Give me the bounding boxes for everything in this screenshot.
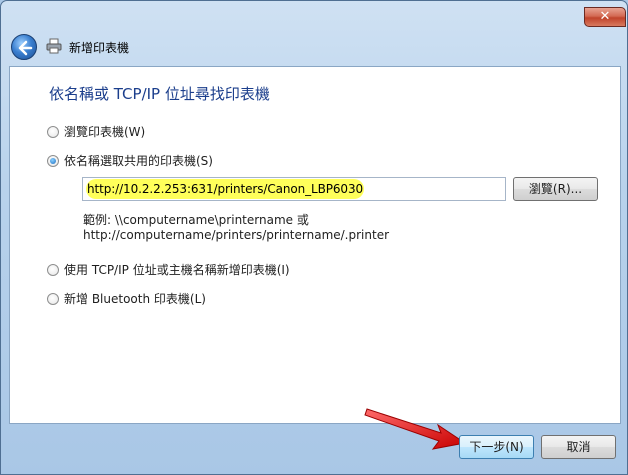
option-browse-printers[interactable]: 瀏覽印表機(W)	[47, 123, 145, 140]
radio-shared[interactable]	[47, 154, 59, 167]
radio-tcpip[interactable]	[47, 263, 59, 276]
wizard-content: 依名稱或 TCP/IP 位址尋找印表機 瀏覽印表機(W) 依名稱選取共用的印表機…	[9, 66, 621, 424]
close-icon: ✕	[599, 9, 611, 24]
window-title: 新增印表機	[69, 41, 130, 55]
radio-label: 依名稱選取共用的印表機(S)	[64, 154, 213, 168]
option-tcpip[interactable]: 使用 TCP/IP 位址或主機名稱新增印表機(I)	[47, 261, 290, 278]
back-button[interactable]	[11, 34, 37, 60]
printer-path-value: http://10.2.2.253:631/printers/Canon_LBP…	[87, 182, 364, 196]
option-select-shared-printer[interactable]: 依名稱選取共用的印表機(S)	[47, 152, 213, 169]
radio-label: 新增 Bluetooth 印表機(L)	[64, 292, 206, 306]
option-bluetooth[interactable]: 新增 Bluetooth 印表機(L)	[47, 290, 206, 307]
example-line-1: 範例: \\computername\printername 或	[83, 213, 309, 227]
page-heading: 依名稱或 TCP/IP 位址尋找印表機	[49, 85, 270, 103]
example-text: 範例: \\computername\printername 或 http://…	[83, 213, 389, 243]
radio-browse[interactable]	[47, 125, 59, 138]
radio-label: 使用 TCP/IP 位址或主機名稱新增印表機(I)	[64, 263, 290, 277]
radio-label: 瀏覽印表機(W)	[64, 125, 146, 139]
close-button[interactable]: ✕	[584, 7, 626, 27]
example-line-2: http://computername/printers/printername…	[83, 228, 390, 242]
red-arrow-annotation	[364, 408, 467, 450]
cancel-button[interactable]: 取消	[541, 435, 616, 459]
back-arrow-icon	[18, 40, 33, 56]
dialog-window: ✕ 新增印表機 依名稱或 TCP/IP 位址尋找印表機 瀏覽印表機(W) 依名稱…	[0, 0, 628, 475]
printer-icon	[46, 38, 62, 54]
radio-bluetooth[interactable]	[47, 292, 59, 305]
next-button[interactable]: 下一步(N)	[459, 435, 534, 459]
browse-button[interactable]: 瀏覽(R)...	[513, 177, 598, 201]
